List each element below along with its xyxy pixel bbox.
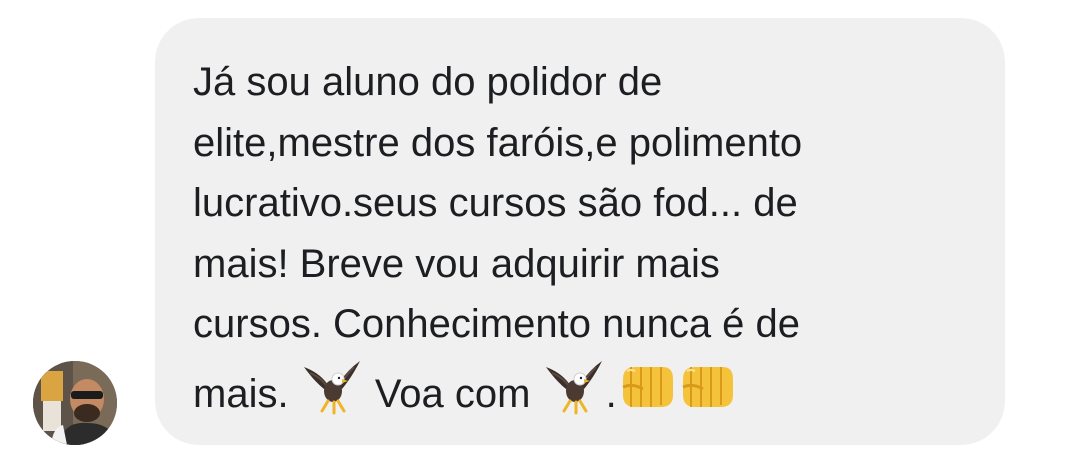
message-line: elite,mestre dos faróis,e polimento — [193, 120, 803, 165]
oncoming-fist-icon — [677, 357, 737, 413]
message-text: Já sou aluno do polidor de elite,mestre … — [193, 52, 969, 424]
message-text-segment: Voa com — [374, 371, 531, 416]
sender-avatar[interactable] — [33, 361, 117, 445]
message-line: Já sou aluno do polidor de — [193, 60, 663, 104]
avatar-photo-icon — [33, 361, 117, 445]
message-line-last: mais. Voa com . — [193, 355, 969, 425]
oncoming-fist-icon — [617, 357, 677, 413]
message-line: lucrativo.seus cursos são fod... de — [193, 181, 798, 225]
message-text-segment: . — [605, 371, 617, 416]
message-line: cursos. Conhecimento nunca é de — [193, 302, 801, 346]
message-text-segment: mais. — [193, 371, 289, 416]
eagle-icon — [542, 355, 606, 415]
message-line: mais! Breve vou adquirir mais — [193, 241, 720, 286]
eagle-icon — [300, 355, 364, 415]
message-bubble[interactable]: Já sou aluno do polidor de elite,mestre … — [155, 18, 1005, 445]
